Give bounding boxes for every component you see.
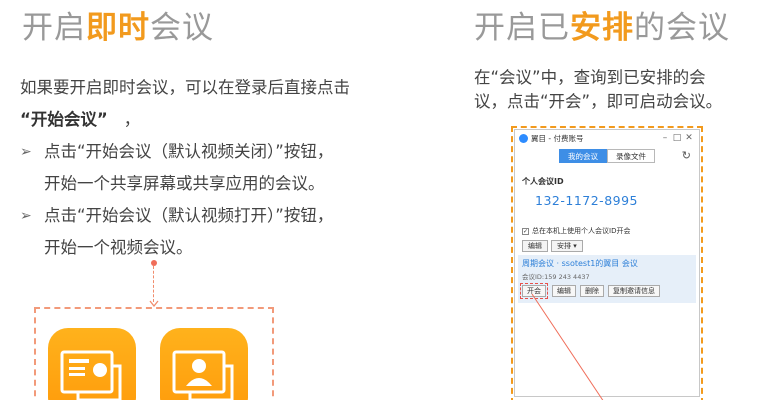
right-title-start: 开启已 [474, 10, 570, 46]
close-icon[interactable]: ✕ [683, 133, 695, 143]
bullet-arrow-icon: ➢ [20, 144, 32, 160]
bullet-1-line1: 点击“开始会议（默认视频关闭）”按钮， [44, 142, 334, 161]
left-instructions: 如果要开启即时会议，可以在登录后直接点击 “开始会议” ， ➢ 点击“开始会议（默… [20, 72, 420, 264]
left-title-start: 开启 [22, 10, 86, 46]
intro-quote: “开始会议” [20, 110, 108, 129]
left-title-end: 会议 [150, 10, 214, 46]
personal-meeting-label: 个人会议ID [522, 177, 564, 186]
app-logo-icon [519, 133, 528, 143]
pointer-line [531, 293, 604, 400]
minimize-icon[interactable]: – [659, 133, 671, 143]
window-title: 翼目 - 付费账号 [531, 133, 584, 143]
tab-recordings[interactable]: 录像文件 [607, 149, 655, 163]
copy-invite-button[interactable]: 复制邀请信息 [608, 285, 660, 297]
schedule-dropdown[interactable]: 安排 ▾ [551, 240, 583, 252]
bullet-2-line1: 点击“开始会议（默认视频打开）”按钮， [44, 206, 334, 225]
intro-comma: ， [123, 110, 141, 129]
refresh-icon[interactable]: ↻ [682, 149, 691, 162]
desc-line2: 议，点击“开会”，即可启动会议。 [474, 92, 723, 111]
left-title-highlight: 即时 [86, 10, 150, 46]
start-meeting-screen-share-icon[interactable] [48, 328, 136, 400]
maximize-icon[interactable]: □ [671, 133, 683, 143]
window-tabs: 我的会议 录像文件 ↻ [515, 149, 699, 164]
right-title: 开启已安排的会议 [474, 13, 730, 44]
window-titlebar: 翼目 - 付费账号 – □ ✕ [515, 130, 699, 146]
right-title-end: 的会议 [634, 10, 730, 46]
pmi-actions: 编辑 安排 ▾ [522, 240, 699, 252]
start-meeting-video-icon[interactable] [160, 328, 248, 400]
connector-dot [151, 260, 157, 266]
use-pmi-checkbox[interactable]: ✓ [522, 227, 529, 235]
bullet-2: ➢ 点击“开始会议（默认视频打开）”按钮， [20, 200, 420, 232]
meeting-id: 会议ID:159 243 4437 [522, 273, 590, 281]
personal-meeting-number: 132-1172-8995 [535, 193, 639, 208]
intro-line2: “开始会议” ， [20, 104, 420, 136]
use-pmi-row: ✓ 总在本机上使用个人会议ID开会 [522, 226, 699, 236]
bullet-2-line2: 开始一个视频会议。 [44, 238, 193, 257]
bullet-1: ➢ 点击“开始会议（默认视频关闭）”按钮， [20, 136, 420, 168]
left-title: 开启即时会议 [22, 13, 214, 44]
edit-pmi-button[interactable]: 编辑 [522, 240, 548, 252]
tab-my-meetings[interactable]: 我的会议 [559, 149, 607, 163]
connector-arrowhead-icon [149, 300, 159, 307]
use-pmi-label: 总在本机上使用个人会议ID开会 [532, 227, 631, 235]
connector-line [153, 266, 154, 302]
bullet-arrow-icon: ➢ [20, 208, 32, 224]
intro-line1: 如果要开启即时会议，可以在登录后直接点击 [20, 78, 350, 97]
meeting-title: 周期会议 · ssotest1的翼目 会议 [522, 259, 638, 268]
bullet-1-line2: 开始一个共享屏幕或共享应用的会议。 [44, 174, 325, 193]
right-title-highlight: 安排 [570, 10, 634, 46]
desc-line1: 在“会议”中，查询到已安排的会 [474, 68, 706, 87]
right-instructions: 在“会议”中，查询到已安排的会 议，点击“开会”，即可启动会议。 [474, 66, 764, 114]
